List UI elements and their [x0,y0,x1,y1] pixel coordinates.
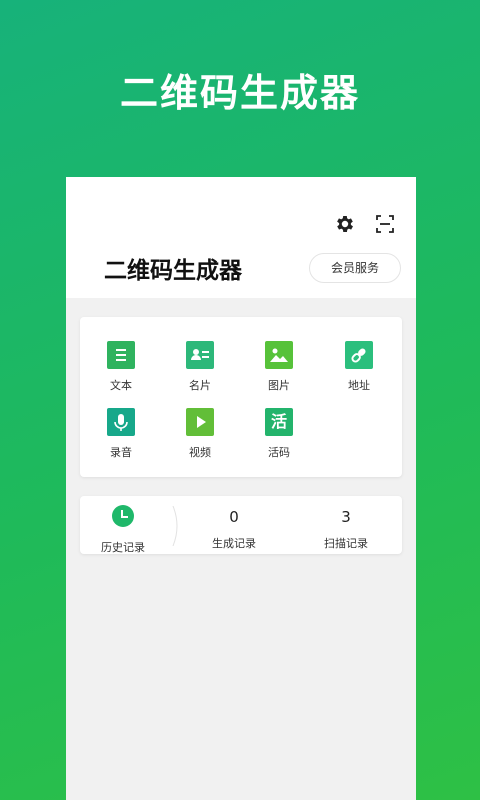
microphone-icon [107,408,135,436]
tool-image[interactable]: 图片 [244,341,314,393]
clock-icon [112,505,134,527]
live-code-icon: 活 [265,408,293,436]
scan-icon[interactable] [376,215,394,233]
tool-label: 图片 [268,379,290,392]
tool-label: 录音 [110,446,132,459]
text-doc-icon [107,341,135,369]
tool-label: 地址 [348,379,370,392]
live-code-glyph: 活 [270,412,287,431]
tool-recording[interactable]: 录音 [86,408,156,460]
divider [172,506,178,546]
member-service-button[interactable]: 会员服务 [309,253,401,283]
tool-business-card[interactable]: 名片 [165,341,235,393]
tool-label: 活码 [268,446,290,459]
scan-label: 扫描记录 [324,537,368,550]
link-icon [345,341,373,369]
hero-title: 二维码生成器 [119,71,360,115]
tool-video[interactable]: 视频 [165,408,235,460]
generated-count: 0 [229,508,239,526]
play-icon [186,408,214,436]
business-card-icon [186,341,214,369]
stats-card: 历史记录 0 生成记录 3 扫描记录 [80,496,402,554]
gear-icon[interactable] [334,213,356,235]
app-title: 二维码生成器 [104,258,242,284]
phone-frame: 二维码生成器 会员服务 文本 名片 图片 地址 录音 视频 活 活码 历史记录 … [66,177,416,800]
tool-label: 视频 [189,446,211,459]
scan-count: 3 [341,508,351,526]
history-label: 历史记录 [101,541,145,554]
generated-label: 生成记录 [212,537,256,550]
app-header: 二维码生成器 会员服务 [66,177,416,298]
history-record[interactable]: 历史记录 [88,505,158,555]
tool-live-code[interactable]: 活 活码 [244,408,314,460]
scan-record[interactable]: 3 扫描记录 [306,508,386,551]
image-icon [265,341,293,369]
tool-text[interactable]: 文本 [86,341,156,393]
tool-label: 文本 [110,379,132,392]
tool-address[interactable]: 地址 [324,341,394,393]
tools-card: 文本 名片 图片 地址 录音 视频 活 活码 [80,317,402,477]
generated-record[interactable]: 0 生成记录 [194,508,274,551]
tool-label: 名片 [189,379,211,392]
